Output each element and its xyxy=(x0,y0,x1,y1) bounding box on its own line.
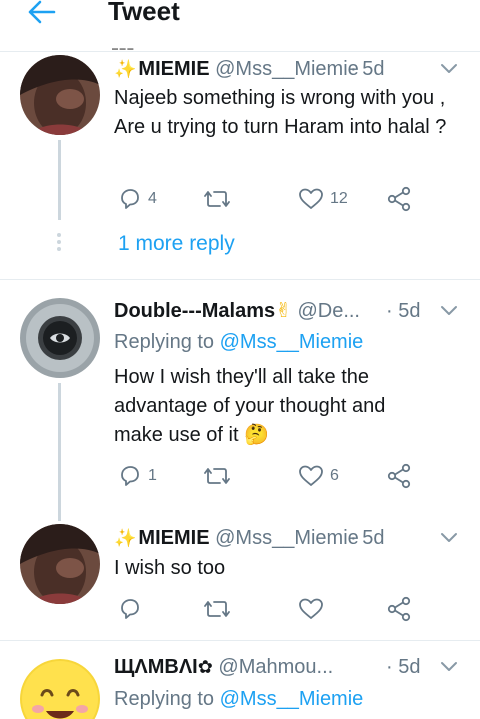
back-arrow-icon xyxy=(28,0,56,24)
share-button[interactable] xyxy=(386,595,412,623)
reply-icon xyxy=(121,189,139,209)
tweet-header: ЩΛMBΛI✿ @Mahmou... xyxy=(114,655,333,679)
user-handle[interactable]: @Mahmou... xyxy=(218,656,333,678)
display-name[interactable]: ЩΛMBΛI xyxy=(114,656,198,678)
like-count: 6 xyxy=(330,467,339,484)
sparkles-emoji: ✨ xyxy=(114,528,137,548)
share-icon xyxy=(387,463,411,489)
back-button[interactable] xyxy=(26,0,58,28)
top-bar: Tweet ▬ ▬ ▬ xyxy=(0,0,480,52)
tweet-4[interactable]: ЩΛMBΛI✿ @Mahmou... · 5d Replying to @Mss… xyxy=(0,641,480,719)
tweet-text: I wish so too xyxy=(114,557,226,579)
share-icon xyxy=(387,596,411,622)
display-name[interactable]: Double---Malams xyxy=(114,300,275,322)
chevron-down-icon[interactable] xyxy=(440,532,458,544)
reply-count: 4 xyxy=(148,190,157,207)
share-button[interactable] xyxy=(386,462,412,490)
like-count: 12 xyxy=(330,190,348,207)
scrolled-content-peek: ▬ ▬ ▬ xyxy=(112,46,134,52)
victory-emoji: ✌ xyxy=(275,300,292,322)
retweet-button[interactable] xyxy=(204,185,230,213)
tweet-actions: 1 6 xyxy=(114,462,424,490)
chevron-down-icon[interactable] xyxy=(440,63,458,75)
avatar[interactable] xyxy=(20,524,100,604)
avatar[interactable] xyxy=(20,659,100,719)
tweet-header: Double---Malams✌ @De... xyxy=(114,299,360,323)
retweet-icon xyxy=(204,191,230,207)
avatar[interactable] xyxy=(20,55,100,135)
like-button[interactable] xyxy=(298,595,324,623)
avatar[interactable] xyxy=(20,298,100,378)
heart-icon xyxy=(299,465,323,486)
tweet-text: How I wish they'll all take the advantag… xyxy=(114,363,434,450)
reply-icon xyxy=(121,466,139,486)
tweet-time[interactable]: · 5d xyxy=(386,655,420,679)
reply-button[interactable] xyxy=(118,595,142,623)
page-title: Tweet xyxy=(108,0,180,26)
like-button[interactable]: 12 xyxy=(298,185,348,213)
retweet-button[interactable] xyxy=(204,462,230,490)
replying-to: Replying to @Mss__Miemie xyxy=(114,330,363,354)
tweet-2[interactable]: Double---Malams✌ @De... · 5d Replying to… xyxy=(0,280,480,521)
retweet-button[interactable] xyxy=(204,595,230,623)
share-button[interactable] xyxy=(386,185,412,213)
reply-button[interactable]: 1 xyxy=(118,462,157,490)
reply-button[interactable]: 4 xyxy=(118,185,157,213)
thinking-emoji: 🤔 xyxy=(244,424,269,446)
display-name[interactable]: MIEMIE xyxy=(138,58,209,80)
flower-icon: ✿ xyxy=(197,657,213,677)
user-handle[interactable]: @Mss__Miemie xyxy=(215,527,359,549)
heart-icon xyxy=(299,598,323,619)
more-replies-link[interactable]: 1 more reply xyxy=(118,232,235,256)
tweet-time[interactable]: · 5d xyxy=(386,299,420,323)
share-icon xyxy=(387,186,411,212)
replying-to-handle[interactable]: @Mss__Miemie xyxy=(220,688,364,710)
replying-to-handle[interactable]: @Mss__Miemie xyxy=(220,331,364,353)
chevron-down-icon[interactable] xyxy=(440,305,458,317)
like-button[interactable]: 6 xyxy=(298,462,339,490)
tweet-3[interactable]: ✨ MIEMIE @Mss__Miemie · 5d I wish so too xyxy=(0,510,480,640)
display-name[interactable]: MIEMIE xyxy=(138,527,209,549)
reply-count: 1 xyxy=(148,467,157,484)
retweet-icon xyxy=(204,601,230,617)
thread-line xyxy=(58,140,61,220)
sparkles-emoji: ✨ xyxy=(114,59,137,79)
tweet-header: ✨ MIEMIE @Mss__Miemie xyxy=(114,526,359,550)
heart-icon xyxy=(299,188,323,209)
tweet-header: ✨ MIEMIE @Mss__Miemie xyxy=(114,57,359,81)
replying-to-label: Replying to xyxy=(114,331,215,353)
user-handle[interactable]: @De... xyxy=(297,300,360,322)
reply-icon xyxy=(121,599,139,619)
chevron-down-icon[interactable] xyxy=(440,661,458,673)
thread-line xyxy=(58,383,61,521)
thread-dots xyxy=(56,233,62,255)
replying-to: Replying to @Mss__Miemie xyxy=(114,687,363,711)
tweet-time[interactable]: · 5d xyxy=(350,57,384,81)
tweet-text: Najeeb something is wrong with you , Are… xyxy=(114,87,447,138)
replying-to-label: Replying to xyxy=(114,688,215,710)
retweet-icon xyxy=(204,468,230,484)
tweet-actions: 4 12 xyxy=(114,185,424,213)
tweet-time[interactable]: · 5d xyxy=(350,526,384,550)
user-handle[interactable]: @Mss__Miemie xyxy=(215,58,359,80)
tweet-actions xyxy=(114,595,424,623)
